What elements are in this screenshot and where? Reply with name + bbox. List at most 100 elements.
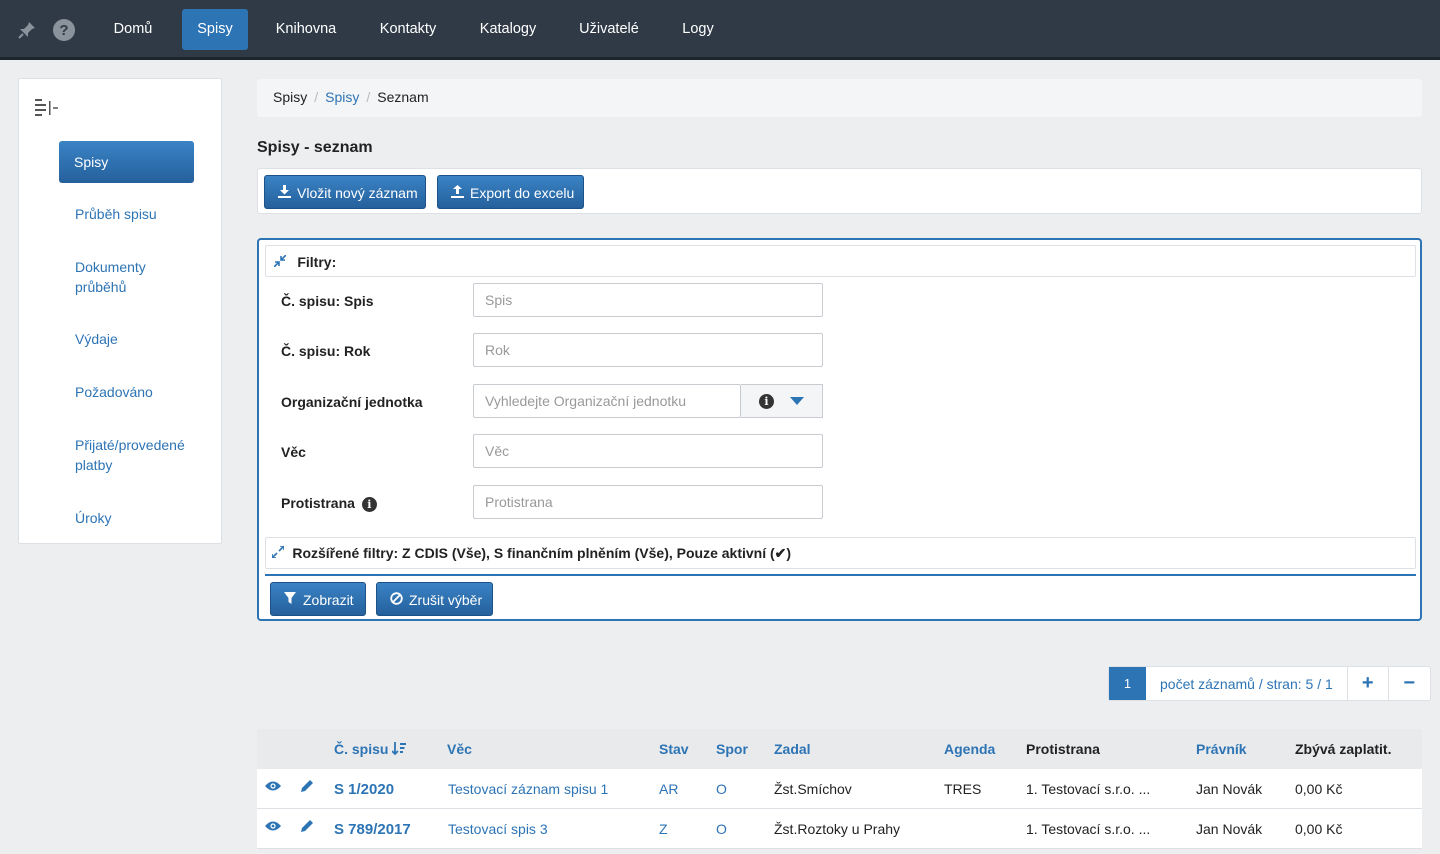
show-button[interactable]: Zobrazit bbox=[270, 582, 366, 616]
eye-icon[interactable] bbox=[265, 819, 281, 836]
cell-spor[interactable]: O bbox=[716, 821, 727, 837]
caret-down-icon[interactable] bbox=[790, 397, 804, 405]
column-zadal[interactable]: Zadal bbox=[774, 741, 811, 757]
cell-pravnik: Jan Novák bbox=[1196, 781, 1263, 797]
minus-icon[interactable]: − bbox=[1389, 667, 1430, 700]
spis-year-input[interactable] bbox=[473, 333, 823, 367]
eye-icon[interactable] bbox=[265, 779, 281, 796]
filter-label-spis: Č. spisu: Spis bbox=[281, 293, 374, 309]
info-icon[interactable]: i bbox=[759, 393, 774, 409]
sidebar-item-label: Průběh spisu bbox=[75, 206, 157, 222]
column-stav[interactable]: Stav bbox=[659, 741, 689, 757]
nav-item-uzivatele[interactable]: Uživatelé bbox=[568, 9, 650, 50]
collapse-icon[interactable] bbox=[35, 98, 59, 118]
filter-collapse-icon[interactable] bbox=[273, 254, 289, 270]
nav-item-knihovna[interactable]: Knihovna bbox=[266, 9, 346, 50]
filter-header[interactable]: Filtry: bbox=[265, 245, 1416, 277]
sidebar-item-pozadovano[interactable]: Požadováno bbox=[59, 382, 194, 402]
org-unit-combo-buttons: i bbox=[741, 384, 823, 418]
export-label: Export do excelu bbox=[470, 185, 575, 201]
table-header: Č. spisu Věc Stav Spor Zadal Agenda Prot… bbox=[257, 729, 1422, 769]
protistrana-label-text: Protistrana bbox=[281, 495, 355, 511]
filter-icon bbox=[283, 583, 297, 617]
table-row: S 789/2017 Testovací spis 3 Z O Žst.Rozt… bbox=[257, 809, 1422, 849]
toolbar: Vložit nový záznam Export do excelu bbox=[257, 168, 1422, 214]
sidebar-item-prubeh-spisu[interactable]: Průběh spisu bbox=[59, 204, 194, 224]
cell-vec[interactable]: Testovací spis 3 bbox=[448, 821, 548, 837]
sidebar-item-label: Požadováno bbox=[75, 384, 153, 400]
sidebar-item-uroky[interactable]: Úroky bbox=[59, 508, 194, 528]
plus-icon[interactable]: + bbox=[1348, 667, 1389, 700]
top-navbar: ? Domů Spisy Knihovna Kontakty Katalogy … bbox=[0, 0, 1440, 60]
extended-filters-summary: Rozšířené filtry: Z CDIS (Vše), S finanč… bbox=[292, 545, 792, 561]
filter-label-protistrana: Protistrana i bbox=[281, 495, 377, 512]
filter-label-org-unit: Organizační jednotka bbox=[281, 394, 423, 410]
column-vec[interactable]: Věc bbox=[447, 741, 472, 757]
sidebar-item-vydaje[interactable]: Výdaje bbox=[59, 329, 194, 349]
new-record-label: Vložit nový záznam bbox=[297, 185, 418, 201]
breadcrumb-root[interactable]: Spisy bbox=[273, 89, 307, 105]
pin-icon[interactable] bbox=[16, 19, 38, 41]
sidebar-item-spisy[interactable]: Spisy bbox=[59, 141, 194, 183]
page-title: Spisy - seznam bbox=[257, 139, 373, 156]
sidebar-item-dokumenty-prubehu[interactable]: Dokumenty průběhů bbox=[59, 257, 194, 297]
sidebar-item-label: Úroky bbox=[75, 510, 112, 526]
cell-zbyva: 0,00 Kč bbox=[1295, 781, 1343, 797]
filter-title: Filtry: bbox=[297, 254, 337, 270]
vec-input[interactable] bbox=[473, 434, 823, 468]
cell-cislo[interactable]: S 1/2020 bbox=[334, 781, 394, 798]
nav-item-spisy[interactable]: Spisy bbox=[182, 9, 248, 50]
nav-item-logy[interactable]: Logy bbox=[668, 9, 728, 50]
cell-agenda: TRES bbox=[944, 781, 982, 797]
column-protistrana: Protistrana bbox=[1026, 741, 1100, 757]
cell-zadal: Žst.Roztoky u Prahy bbox=[774, 821, 901, 837]
sort-icon[interactable] bbox=[391, 741, 407, 757]
page-number-button[interactable]: 1 bbox=[1109, 667, 1146, 700]
records-table: Č. spisu Věc Stav Spor Zadal Agenda Prot… bbox=[257, 729, 1422, 849]
column-spor[interactable]: Spor bbox=[716, 741, 748, 757]
cell-zadal: Žst.Smíchov bbox=[774, 781, 852, 797]
ban-icon bbox=[389, 583, 403, 617]
nav-item-kontakty[interactable]: Kontakty bbox=[368, 9, 448, 50]
breadcrumb-current: Seznam bbox=[377, 89, 429, 105]
column-zbyva-zaplatit: Zbývá zaplatit. bbox=[1295, 741, 1392, 757]
info-icon[interactable]: i bbox=[361, 497, 377, 512]
cell-stav[interactable]: Z bbox=[659, 821, 668, 837]
org-unit-search-input[interactable] bbox=[473, 384, 741, 418]
column-agenda[interactable]: Agenda bbox=[944, 741, 995, 757]
column-cislo-spisu[interactable]: Č. spisu bbox=[334, 741, 407, 757]
nav-item-katalogy[interactable]: Katalogy bbox=[468, 9, 548, 50]
protistrana-input[interactable] bbox=[473, 485, 823, 519]
breadcrumb-spisy[interactable]: Spisy bbox=[325, 89, 359, 105]
pencil-icon[interactable] bbox=[300, 779, 314, 797]
sidebar-item-label: Přijaté/provedené platby bbox=[75, 437, 185, 473]
cell-cislo[interactable]: S 789/2017 bbox=[334, 821, 411, 838]
cell-protistrana: 1. Testovací s.r.o. ... bbox=[1026, 781, 1151, 797]
pagination: 1 počet záznamů / stran: 5 / 1 + − bbox=[1108, 666, 1431, 701]
show-button-label: Zobrazit bbox=[303, 592, 354, 608]
download-icon bbox=[277, 176, 291, 210]
extended-filters-toggle[interactable]: Rozšířené filtry: Z CDIS (Vše), S finanč… bbox=[265, 537, 1416, 569]
sidebar-item-label: Výdaje bbox=[75, 331, 118, 347]
cancel-button-label: Zrušit výběr bbox=[409, 592, 483, 608]
records-info: počet záznamů / stran: 5 / 1 bbox=[1146, 667, 1348, 700]
cell-spor[interactable]: O bbox=[716, 781, 727, 797]
cell-vec[interactable]: Testovací záznam spisu 1 bbox=[448, 781, 608, 797]
cell-stav[interactable]: AR bbox=[659, 781, 678, 797]
help-icon[interactable]: ? bbox=[53, 19, 75, 41]
pencil-icon[interactable] bbox=[300, 819, 314, 837]
export-icon bbox=[450, 176, 464, 210]
sidebar-item-platby[interactable]: Přijaté/provedené platby bbox=[59, 435, 194, 475]
export-excel-button[interactable]: Export do excelu bbox=[437, 175, 584, 209]
breadcrumb: Spisy / Spisy / Seznam bbox=[257, 79, 1422, 117]
filter-label-vec: Věc bbox=[281, 444, 306, 460]
new-record-button[interactable]: Vložit nový záznam bbox=[264, 175, 426, 209]
column-cislo-label: Č. spisu bbox=[334, 741, 389, 757]
cancel-selection-button[interactable]: Zrušit výběr bbox=[376, 582, 493, 616]
spis-number-input[interactable] bbox=[473, 283, 823, 317]
cell-protistrana: 1. Testovací s.r.o. ... bbox=[1026, 821, 1151, 837]
column-pravnik[interactable]: Právník bbox=[1196, 741, 1247, 757]
sidebar-item-label: Dokumenty průběhů bbox=[75, 259, 146, 295]
nav-item-domu[interactable]: Domů bbox=[100, 9, 166, 50]
table-row: S 1/2020 Testovací záznam spisu 1 AR O Ž… bbox=[257, 769, 1422, 809]
